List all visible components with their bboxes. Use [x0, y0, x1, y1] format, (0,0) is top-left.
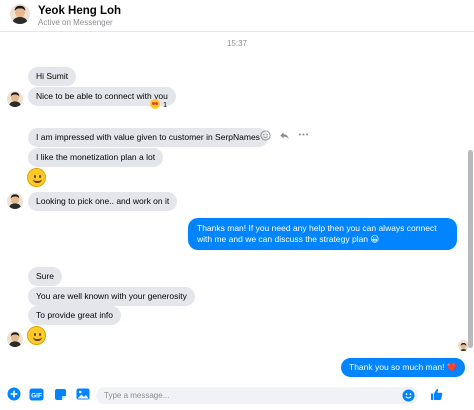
message-reaction[interactable]: 1 — [150, 99, 167, 109]
active-status: Active on Messenger — [38, 18, 113, 27]
smile-emoji-icon[interactable] — [27, 326, 46, 345]
message-bubble-incoming[interactable]: Sure — [28, 267, 62, 286]
message-input-wrapper — [96, 387, 418, 404]
gif-icon[interactable]: GIF — [28, 386, 44, 402]
message-timestamp: 15:37 — [226, 39, 248, 48]
contact-name[interactable]: Yeok Heng Loh — [38, 5, 121, 17]
contact-avatar[interactable] — [10, 4, 30, 24]
plus-icon[interactable] — [6, 386, 22, 402]
message-bubble-incoming[interactable]: Hi Sumit — [28, 67, 77, 86]
message-bubble-incoming[interactable]: I like the monetization plan a lot — [28, 148, 164, 167]
message-bubble-incoming[interactable]: Looking to pick one.. and work on it — [28, 192, 178, 211]
contact-avatar[interactable] — [7, 91, 23, 107]
emoji-icon[interactable] — [402, 389, 415, 402]
message-input[interactable] — [104, 389, 394, 402]
message-bubble-incoming[interactable]: To provide great info — [28, 306, 122, 325]
message-bubble-outgoing[interactable]: Thanks man! If you need any help then yo… — [188, 218, 457, 250]
reply-icon[interactable] — [279, 130, 290, 145]
scrollbar-thumb[interactable] — [468, 150, 473, 348]
contact-avatar[interactable] — [7, 193, 23, 209]
react-icon[interactable] — [260, 130, 271, 145]
more-icon[interactable] — [298, 129, 309, 144]
message-composer: GIF — [0, 386, 474, 410]
like-icon[interactable] — [428, 386, 444, 402]
chat-header: Yeok Heng Loh Active on Messenger — [0, 0, 474, 32]
sticker-icon[interactable] — [52, 386, 68, 402]
image-icon[interactable] — [75, 386, 91, 402]
heart-eyes-emoji-icon — [150, 99, 160, 109]
message-bubble-outgoing[interactable]: Thank you so much man! ❤️ — [341, 358, 466, 377]
svg-text:GIF: GIF — [31, 392, 42, 399]
reaction-count: 1 — [163, 99, 168, 109]
message-bubble-incoming[interactable]: You are well known with your generosity — [28, 287, 195, 306]
message-bubble-incoming[interactable]: I am impressed with value given to custo… — [28, 128, 268, 147]
contact-avatar[interactable] — [7, 331, 23, 347]
smile-emoji-icon[interactable] — [27, 168, 46, 187]
